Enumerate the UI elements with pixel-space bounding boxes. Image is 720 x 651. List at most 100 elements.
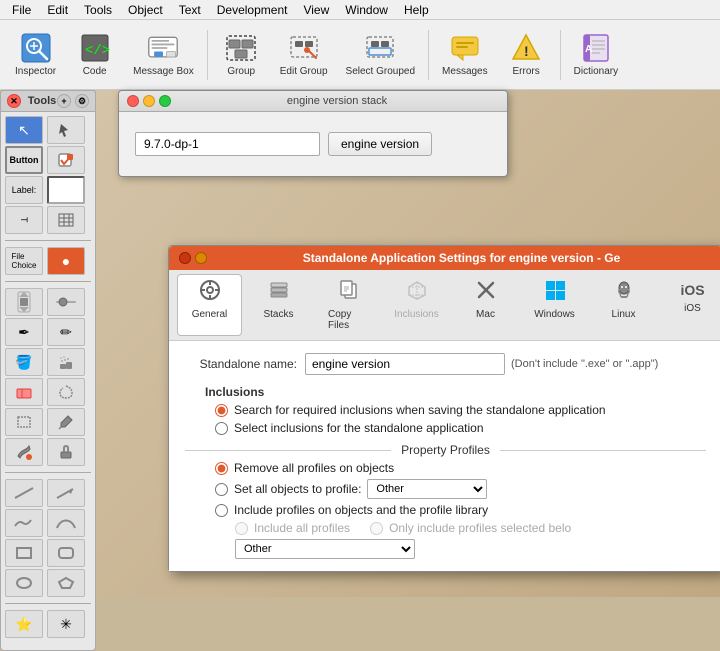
include-all-option: Include all profiles (235, 521, 350, 535)
tools-add-btn[interactable]: + (57, 94, 71, 108)
tool-paint[interactable] (5, 438, 43, 466)
inspector-button[interactable]: Inspector (8, 25, 63, 85)
menu-view[interactable]: View (295, 1, 337, 19)
radio-search-row: Search for required inclusions when savi… (215, 403, 706, 417)
radio-only-include[interactable] (370, 522, 383, 535)
errors-button[interactable]: ! Errors (499, 25, 554, 85)
tools-close-btn[interactable]: ✕ (7, 94, 21, 108)
tool-slider[interactable] (47, 288, 85, 316)
tab-mac-label: Mac (476, 309, 495, 320)
engine-version-input[interactable] (135, 132, 320, 156)
standalone-tabs: General Stacks (169, 270, 720, 341)
tool-pen[interactable]: ✒ (5, 318, 43, 346)
tool-roundrect[interactable] (47, 539, 85, 567)
tool-eraser[interactable] (5, 378, 43, 406)
tool-poly[interactable] (47, 569, 85, 597)
tool-table[interactable] (47, 206, 85, 234)
radio-setall[interactable] (215, 483, 228, 496)
radio-remove-row: Remove all profiles on objects (215, 461, 706, 475)
tab-linux-label: Linux (612, 309, 636, 320)
tool-eyedropper[interactable] (47, 408, 85, 436)
errors-label: Errors (513, 66, 540, 77)
dictionary-button[interactable]: A Dictionary (567, 25, 625, 85)
radio-select[interactable] (215, 422, 228, 435)
tab-ios-label: iOS (684, 303, 701, 314)
property-profiles-section: Property Profiles Remove all profiles on… (185, 443, 706, 559)
radio-remove[interactable] (215, 462, 228, 475)
tab-copyfiles-label: Copy Files (328, 309, 367, 331)
menu-file[interactable]: File (4, 1, 39, 19)
menu-text[interactable]: Text (171, 1, 209, 19)
selectgrouped-button[interactable]: Select Grouped (339, 25, 423, 85)
tool-pencil[interactable]: ✏ (47, 318, 85, 346)
tab-linux[interactable]: Linux (591, 274, 656, 336)
group-button[interactable]: Group (214, 25, 269, 85)
tab-inclusions[interactable]: Inclusions (384, 274, 449, 336)
radio-include[interactable] (215, 504, 228, 517)
tool-field[interactable] (47, 176, 85, 204)
tool-starburst[interactable]: ✳ (47, 610, 85, 638)
editgroup-label: Edit Group (280, 66, 328, 77)
tool-line[interactable] (5, 479, 43, 507)
tool-browse[interactable] (47, 116, 85, 144)
engine-minimize-btn[interactable] (143, 95, 155, 107)
editgroup-button[interactable]: Edit Group (273, 25, 335, 85)
menu-window[interactable]: Window (337, 1, 396, 19)
tool-lasso[interactable] (47, 378, 85, 406)
menu-help[interactable]: Help (396, 1, 437, 19)
menu-object[interactable]: Object (120, 1, 171, 19)
engine-maximize-btn[interactable] (159, 95, 171, 107)
tab-general[interactable]: General (177, 274, 242, 336)
menu-tools[interactable]: Tools (76, 1, 120, 19)
tool-filechooser[interactable]: FileChoice (5, 247, 43, 275)
tab-mac[interactable]: Mac (453, 274, 518, 336)
tool-text-vertical[interactable]: T (5, 206, 43, 234)
standalone-name-input[interactable] (305, 353, 505, 375)
tab-windows-label: Windows (534, 309, 575, 320)
standalone-close-btn[interactable] (179, 252, 191, 264)
toolbar: Inspector </> Code Message Box (0, 20, 720, 90)
only-include-label: Only include profiles selected belo (389, 521, 571, 535)
radio-include-all[interactable] (235, 522, 248, 535)
menu-development[interactable]: Development (209, 1, 296, 19)
bottom-dropdown[interactable]: Other (235, 539, 415, 559)
tool-checkbox[interactable] (47, 146, 85, 174)
tab-stacks-label: Stacks (263, 309, 293, 320)
tool-rectsel[interactable] (5, 408, 43, 436)
messages-icon (449, 32, 481, 64)
tool-scrollbar[interactable] (5, 288, 43, 316)
tab-inclusions-label: Inclusions (394, 309, 438, 320)
messagebox-button[interactable]: Message Box (126, 25, 201, 85)
menu-edit[interactable]: Edit (39, 1, 76, 19)
tab-windows[interactable]: Windows (522, 274, 587, 336)
engine-close-btn[interactable] (127, 95, 139, 107)
messages-button[interactable]: Messages (435, 25, 495, 85)
tool-freehand[interactable] (5, 509, 43, 537)
standalone-minimize-btn[interactable] (195, 252, 207, 264)
radio-remove-label: Remove all profiles on objects (234, 461, 394, 475)
tools-grid2: FileChoice ● (1, 243, 95, 279)
tool-select[interactable]: ↖ (5, 116, 43, 144)
tool-spray[interactable] (47, 348, 85, 376)
tab-copyfiles[interactable]: Copy Files (315, 274, 380, 336)
tools-header-buttons: ✕ (7, 94, 21, 108)
tool-oval[interactable] (5, 569, 43, 597)
profile-dropdown[interactable]: Other (367, 479, 487, 499)
tool-star[interactable]: ⭐ (5, 610, 43, 638)
tool-stamp[interactable] (47, 438, 85, 466)
tool-curve[interactable] (47, 509, 85, 537)
tool-radiobutton[interactable]: ● (47, 247, 85, 275)
engine-version-button[interactable]: engine version (328, 132, 432, 156)
radio-search[interactable] (215, 404, 228, 417)
tool-rect[interactable] (5, 539, 43, 567)
tools-gear-btn[interactable]: ⚙ (75, 94, 89, 108)
tab-stacks[interactable]: Stacks (246, 274, 311, 336)
code-button[interactable]: </> Code (67, 25, 122, 85)
tools-grid: ↖ Button Label: T (1, 112, 95, 238)
code-label: Code (83, 66, 107, 77)
tool-bucket[interactable]: 🪣 (5, 348, 43, 376)
tool-label[interactable]: Label: (5, 176, 43, 204)
tool-arrow[interactable] (47, 479, 85, 507)
tab-ios[interactable]: iOS iOS (660, 274, 720, 336)
tool-button[interactable]: Button (5, 146, 43, 174)
